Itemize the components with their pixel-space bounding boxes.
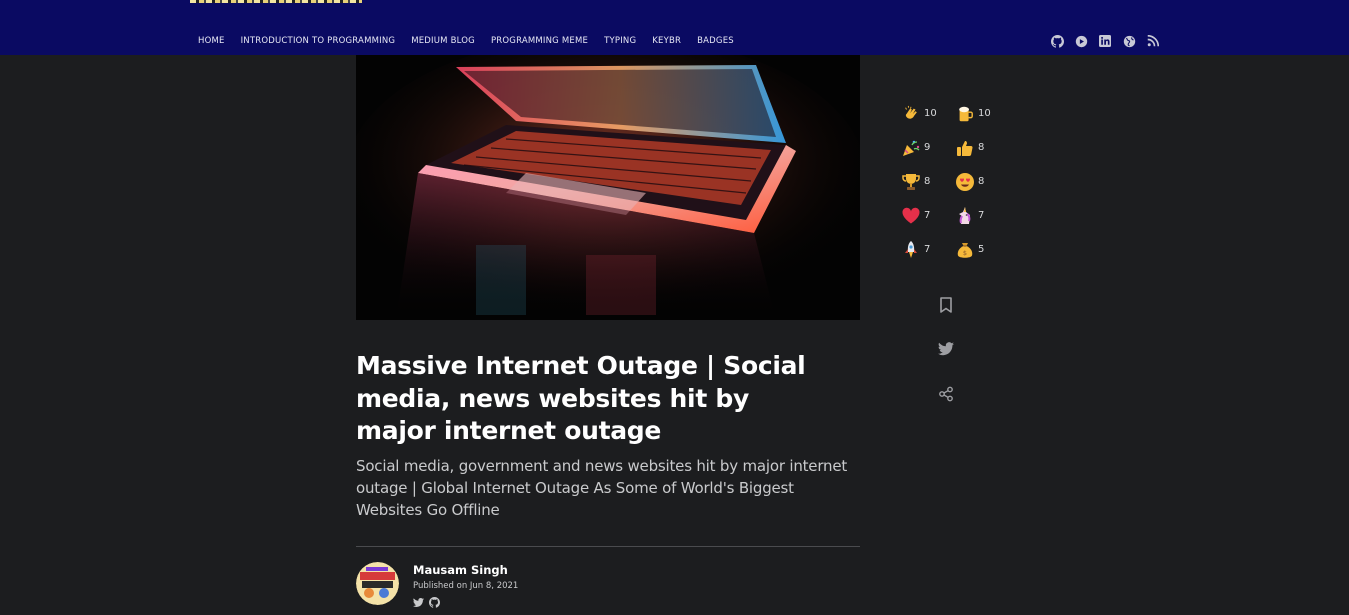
published-date: Published on Jun 8, 2021 bbox=[413, 581, 519, 591]
main-nav: HOME INTRODUCTION TO PROGRAMMING MEDIUM … bbox=[198, 35, 750, 47]
reaction-count: 10 bbox=[924, 108, 937, 119]
reaction-count: 7 bbox=[924, 244, 931, 255]
rss-icon[interactable] bbox=[1146, 34, 1160, 48]
article-title: Massive Internet Outage | Social media, … bbox=[356, 351, 806, 445]
nav-item-keybr[interactable]: KEYBR bbox=[652, 36, 681, 46]
reaction-count: 8 bbox=[924, 176, 931, 187]
divider bbox=[356, 546, 860, 547]
reaction-money-bag[interactable]: $ 5 bbox=[954, 238, 1008, 261]
thumbs-up-icon bbox=[954, 137, 976, 159]
clap-icon bbox=[900, 103, 922, 125]
globe-icon[interactable] bbox=[1122, 34, 1136, 48]
reaction-beer[interactable]: 10 bbox=[954, 102, 1008, 125]
reaction-trophy[interactable]: 8 bbox=[900, 170, 954, 193]
author-name[interactable]: Mausam Singh bbox=[413, 563, 508, 577]
author-links bbox=[413, 597, 440, 608]
reaction-count: 8 bbox=[978, 142, 985, 153]
nav-item-typing[interactable]: TYPING bbox=[604, 36, 636, 46]
site-header: HOME INTRODUCTION TO PROGRAMMING MEDIUM … bbox=[0, 0, 1349, 55]
reaction-party[interactable]: 9 bbox=[900, 136, 954, 159]
article-subtitle: Social media, government and news websit… bbox=[356, 457, 848, 519]
beer-icon bbox=[954, 103, 976, 125]
nav-item-introduction-to-programming[interactable]: INTRODUCTION TO PROGRAMMING bbox=[241, 36, 396, 46]
github-icon[interactable] bbox=[429, 597, 440, 608]
trophy-icon bbox=[900, 171, 922, 193]
reaction-count: 8 bbox=[978, 176, 985, 187]
twitter-share-button[interactable] bbox=[936, 339, 956, 359]
heart-icon bbox=[900, 205, 922, 227]
reaction-rocket[interactable]: 7 bbox=[900, 238, 954, 261]
bookmark-button[interactable] bbox=[936, 295, 956, 315]
social-links bbox=[1050, 34, 1160, 48]
unicorn-icon bbox=[954, 205, 976, 227]
money-bag-icon: $ bbox=[954, 239, 976, 261]
hero-image bbox=[356, 55, 860, 320]
reaction-clap[interactable]: 10 bbox=[900, 102, 954, 125]
site-logo[interactable] bbox=[190, 0, 362, 3]
rocket-icon bbox=[900, 239, 922, 261]
nav-item-programming-meme[interactable]: PROGRAMMING MEME bbox=[491, 36, 588, 46]
reaction-count: 9 bbox=[924, 142, 931, 153]
twitter-icon[interactable] bbox=[413, 597, 424, 608]
reaction-count: 7 bbox=[924, 210, 931, 221]
nav-item-home[interactable]: HOME bbox=[198, 36, 225, 46]
nav-item-badges[interactable]: BADGES bbox=[697, 36, 734, 46]
reaction-count: 10 bbox=[978, 108, 991, 119]
devto-icon[interactable] bbox=[1074, 34, 1088, 48]
author-avatar[interactable] bbox=[356, 562, 399, 605]
reaction-count: 7 bbox=[978, 210, 985, 221]
reaction-thumbs-up[interactable]: 8 bbox=[954, 136, 1008, 159]
heart-eyes-icon bbox=[954, 171, 976, 193]
reaction-unicorn[interactable]: 7 bbox=[954, 204, 1008, 227]
github-icon[interactable] bbox=[1050, 34, 1064, 48]
share-button[interactable] bbox=[936, 384, 956, 404]
party-popper-icon bbox=[900, 137, 922, 159]
linkedin-icon[interactable] bbox=[1098, 34, 1112, 48]
reaction-count: 5 bbox=[978, 244, 985, 255]
reaction-heart-eyes[interactable]: 8 bbox=[954, 170, 1008, 193]
svg-text:$: $ bbox=[963, 249, 967, 257]
nav-item-medium-blog[interactable]: MEDIUM BLOG bbox=[411, 36, 475, 46]
reaction-heart[interactable]: 7 bbox=[900, 204, 954, 227]
reactions-panel: 10 10 9 8 8 8 7 7 7 $ 5 bbox=[900, 102, 1010, 261]
